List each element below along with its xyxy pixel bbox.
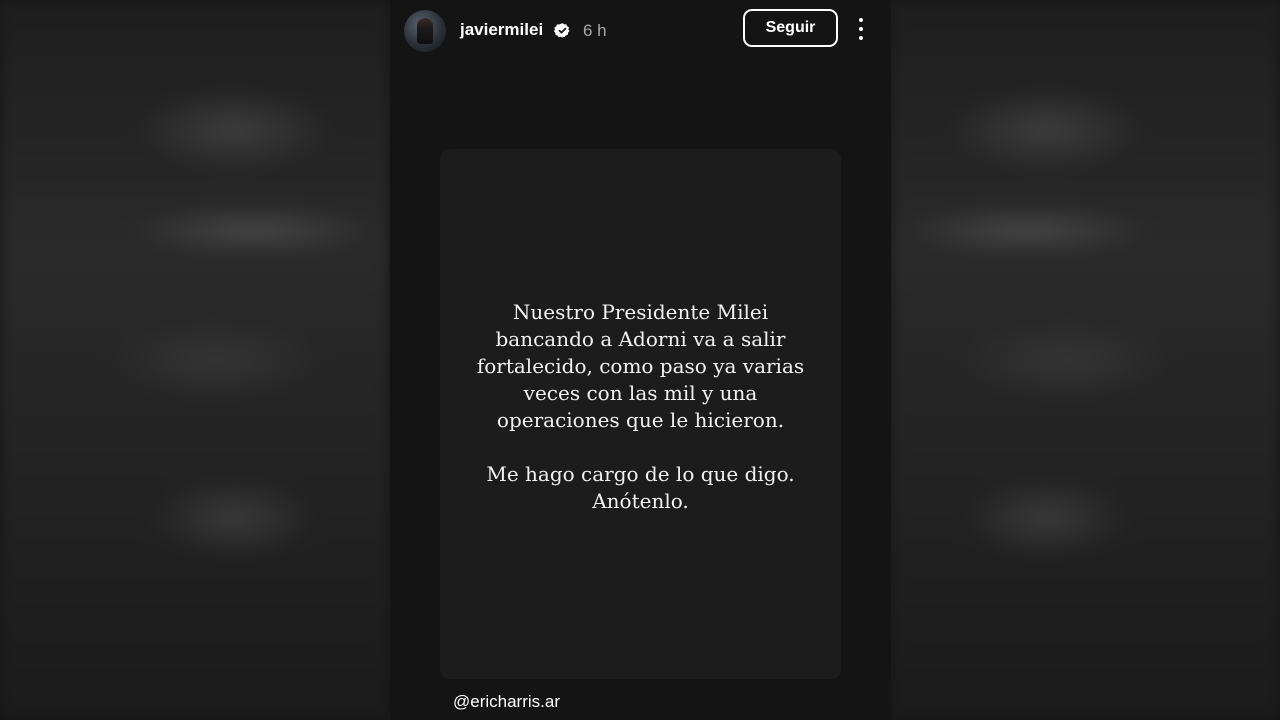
story-frame[interactable]: javiermilei 6 h Seguir Nuestro President… (390, 0, 891, 720)
username[interactable]: javiermilei (460, 19, 543, 41)
avatar-figure (417, 18, 433, 44)
avatar[interactable] (404, 10, 446, 52)
story-quote: Nuestro Presidente Milei bancando a Ador… (440, 299, 841, 542)
more-options-icon[interactable] (850, 15, 872, 43)
verified-badge-icon (554, 23, 570, 38)
blurred-backdrop-right (890, 0, 1280, 720)
quote-paragraph-1: Nuestro Presidente Milei bancando a Ador… (476, 300, 805, 432)
mention-tag[interactable]: @ericharris.ar (453, 690, 560, 714)
timestamp: 6 h (583, 21, 607, 40)
blurred-backdrop-left (0, 0, 390, 720)
story-viewer: javiermilei 6 h Seguir Nuestro President… (0, 0, 1280, 720)
follow-button[interactable]: Seguir (743, 9, 838, 47)
story-text-card: Nuestro Presidente Milei bancando a Ador… (440, 149, 841, 679)
quote-paragraph-2: Me hago cargo de lo que digo. Anótenlo. (486, 462, 795, 513)
story-header: javiermilei 6 h Seguir (390, 0, 891, 62)
